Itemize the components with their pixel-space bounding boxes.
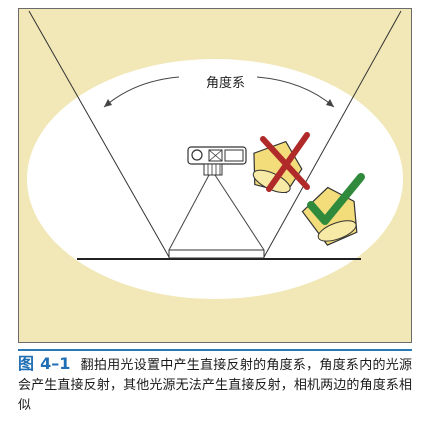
caption-rule: [18, 349, 412, 351]
figure-panel: 角度系: [18, 8, 412, 343]
figure-caption: 图 4–1 翻拍用光设置中产生直接反射的角度系，角度系内的光源会产生直接反射，其他…: [18, 354, 412, 416]
angle-family-label: 角度系: [206, 76, 246, 91]
caption-text: 翻拍用光设置中产生直接反射的角度系，角度系内的光源会产生直接反射，其他光源无法产…: [18, 358, 412, 413]
angle-zone-ellipse: [27, 59, 403, 299]
copy-lighting-diagram: [27, 10, 403, 299]
subject-artwork: [168, 249, 265, 259]
caption-number: 图 4–1: [18, 354, 71, 373]
